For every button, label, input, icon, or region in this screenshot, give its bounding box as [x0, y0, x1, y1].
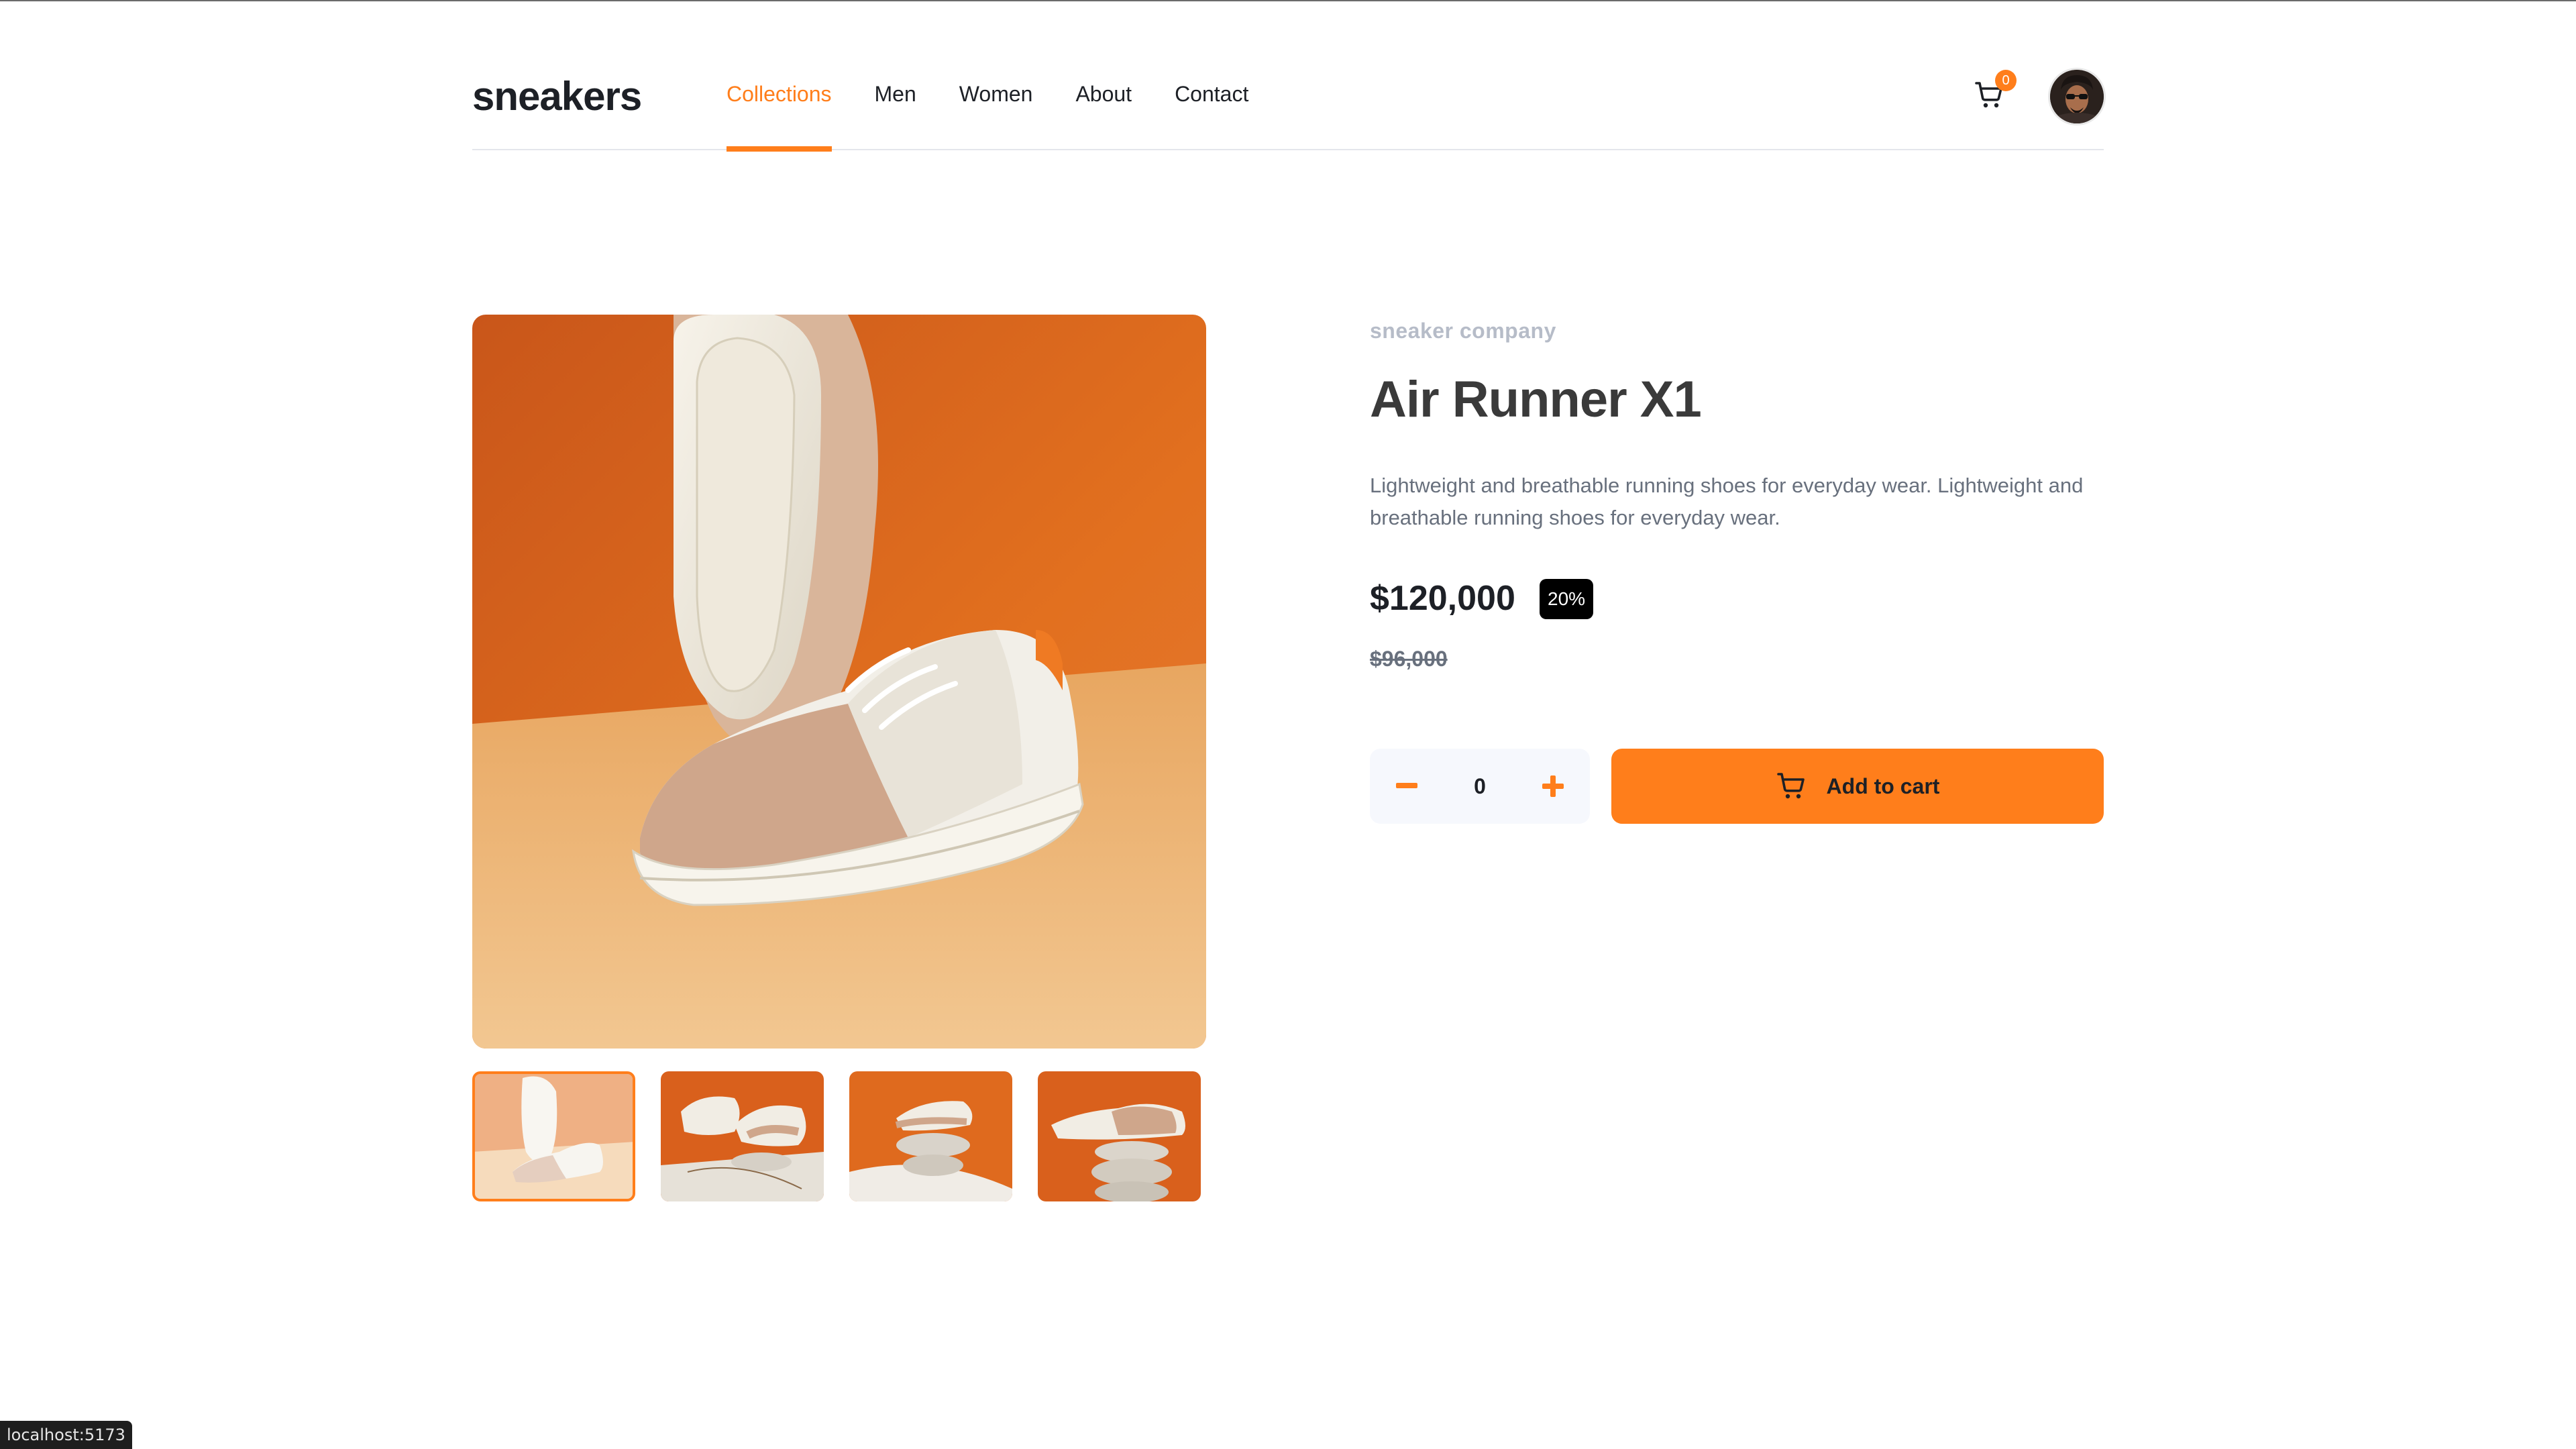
nav-women[interactable]: Women [959, 0, 1033, 150]
original-price: $96,000 [1370, 647, 1448, 671]
discount-badge: 20% [1540, 579, 1594, 619]
minus-icon [1396, 783, 1417, 788]
thumbnail-3-image [849, 1071, 1012, 1201]
thumbnail-2[interactable] [661, 1071, 824, 1201]
add-to-cart-label: Add to cart [1826, 773, 1940, 798]
company-name: sneaker company [1370, 319, 1556, 343]
thumbnail-1-image [475, 1074, 633, 1199]
cart-button[interactable]: 0 [1974, 70, 2017, 113]
status-bar-url: localhost:5173 [0, 1421, 132, 1449]
logo[interactable]: sneakers [472, 70, 642, 123]
cart-count-badge: 0 [1995, 70, 2017, 91]
thumbnail-2-image [661, 1071, 824, 1201]
product-title: Air Runner X1 [1370, 371, 1702, 428]
quantity-value[interactable]: 0 [1444, 749, 1516, 824]
sneaker-main-photo [472, 315, 1206, 1049]
user-avatar[interactable] [2050, 70, 2104, 123]
plus-icon [1542, 775, 1564, 797]
nav-contact[interactable]: Contact [1175, 0, 1248, 150]
thumbnail-4[interactable] [1038, 1071, 1201, 1201]
product-description: Lightweight and breathable running shoes… [1370, 474, 2084, 529]
add-to-cart-button[interactable]: Add to cart [1611, 749, 2104, 824]
thumbnail-3[interactable] [849, 1071, 1012, 1201]
main-nav: Collections Men Women About Contact [727, 0, 1291, 152]
increase-quantity-button[interactable] [1516, 749, 1590, 824]
quantity-stepper: 0 [1370, 749, 1590, 824]
thumbnail-1[interactable] [472, 1071, 635, 1201]
current-price: $120,000 [1370, 579, 1515, 618]
decrease-quantity-button[interactable] [1370, 749, 1444, 824]
avatar-image [2050, 70, 2104, 123]
nav-men[interactable]: Men [875, 0, 916, 150]
nav-about[interactable]: About [1075, 0, 1132, 150]
product-main-image[interactable] [472, 315, 1206, 1049]
nav-collections[interactable]: Collections [727, 0, 832, 152]
site-header: sneakers Collections Men Women About Con… [472, 0, 2104, 152]
thumbnail-strip [472, 1071, 1201, 1201]
page: sneakers Collections Men Women About Con… [0, 0, 2576, 1449]
thumbnail-4-image [1038, 1071, 1201, 1201]
cart-icon [1776, 773, 1805, 799]
